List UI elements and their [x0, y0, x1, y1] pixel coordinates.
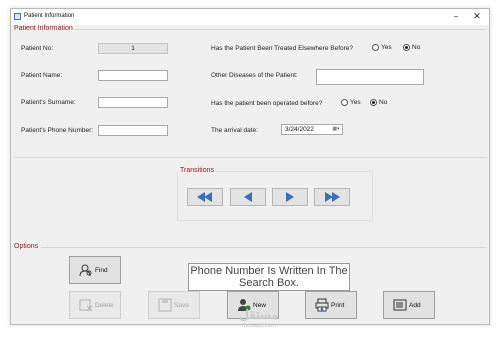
- treated-no-radio[interactable]: [403, 44, 410, 51]
- window-title: Patient Information: [24, 13, 75, 19]
- treated-elsewhere-label: Has the Patient Been Treated Elsewhere B…: [211, 45, 354, 52]
- arrival-date-picker[interactable]: 3/24/2022 ▦▾: [281, 124, 343, 135]
- patient-name-label: Patient Name:: [21, 72, 63, 79]
- treated-yes-radio[interactable]: [372, 44, 379, 51]
- patient-phone-label: Patient's Phone Number:: [21, 127, 94, 134]
- search-hint-message: Phone Number Is Written In The Search Bo…: [188, 263, 350, 291]
- arrival-date-label: The arrival date:: [211, 127, 258, 134]
- calendar-dropdown-icon[interactable]: ▦▾: [331, 126, 341, 133]
- close-button[interactable]: ✕: [466, 10, 488, 24]
- add-button-label: Add: [409, 302, 421, 309]
- print-button[interactable]: Print: [305, 291, 357, 319]
- save-button-label: Save: [174, 302, 189, 309]
- print-button-label: Print: [331, 302, 345, 309]
- add-button[interactable]: Add: [383, 291, 435, 319]
- minimize-button[interactable]: –: [445, 10, 467, 24]
- patient-surname-label: Patient's Surname:: [21, 99, 76, 106]
- first-record-button[interactable]: [187, 188, 223, 206]
- delete-button-label: Delete: [95, 302, 114, 309]
- app-icon: [14, 13, 21, 20]
- operated-yes-label: Yes: [350, 99, 361, 106]
- operated-before-label: Has the patient been operated before?: [211, 100, 323, 107]
- patient-surname-input[interactable]: [98, 97, 168, 108]
- patient-information-section-label: Patient Information: [14, 25, 73, 32]
- operated-no-label: No: [379, 99, 388, 106]
- add-list-icon: [393, 299, 407, 311]
- next-record-button[interactable]: [272, 188, 308, 206]
- previous-record-button[interactable]: [230, 188, 266, 206]
- save-button[interactable]: Save: [148, 291, 200, 319]
- delete-button[interactable]: Delete: [69, 291, 121, 319]
- patient-no-label: Patient No:: [21, 45, 54, 52]
- options-label: Options: [14, 243, 39, 250]
- arrival-date-value: 3/24/2022: [285, 126, 314, 133]
- other-diseases-label: Other Diseases of the Patient:: [211, 72, 298, 79]
- title-bar: Patient Information – ✕: [11, 9, 489, 25]
- options-group-border: [41, 247, 486, 248]
- last-record-button[interactable]: [314, 188, 350, 206]
- left-arrow-icon: [244, 192, 252, 202]
- operated-yes-radio[interactable]: [341, 99, 348, 106]
- transitions-label: Transitions: [179, 167, 215, 174]
- right-arrow-icon: [286, 192, 294, 202]
- patient-group-border: [74, 29, 486, 30]
- operated-no-radio[interactable]: [370, 99, 377, 106]
- double-right-arrow-icon: [325, 192, 340, 202]
- patient-name-input[interactable]: [98, 70, 168, 81]
- patient-group-bottom-border: [14, 157, 486, 158]
- treated-yes-label: Yes: [381, 44, 392, 51]
- watermark-url: mostaql.com: [241, 323, 276, 329]
- treated-no-label: No: [412, 44, 421, 51]
- find-button[interactable]: Find: [69, 256, 121, 284]
- print-icon: [315, 298, 329, 312]
- delete-icon: [79, 299, 93, 312]
- patient-information-window: Patient Information – ✕ Patient Informat…: [10, 8, 490, 329]
- patient-phone-input[interactable]: [98, 125, 168, 136]
- patient-no-field: 1: [98, 43, 168, 54]
- other-diseases-input[interactable]: [316, 69, 424, 85]
- double-left-arrow-icon: [197, 192, 212, 202]
- find-button-label: Find: [95, 267, 108, 274]
- save-icon: [158, 298, 172, 312]
- watermark-logo: مستقل: [239, 307, 279, 322]
- find-user-icon: [79, 264, 92, 277]
